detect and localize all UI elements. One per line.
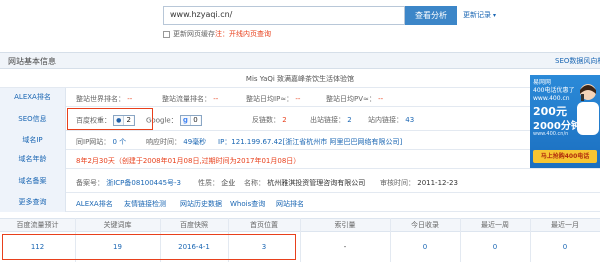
record-name-value: 杭州雅淇投资管理咨询有限公司	[267, 179, 366, 187]
more-link-rank[interactable]: 网站排名	[276, 199, 304, 209]
record-number: 备案号： 浙ICP备08100445号-3	[76, 178, 181, 188]
stats-value-today[interactable]: 0	[390, 243, 460, 251]
alexa-world-label: 整站世界排名：	[76, 95, 125, 103]
record-date-label: 审核时间：	[380, 179, 415, 187]
response-time-value: 49毫秒	[183, 138, 207, 146]
alexa-ip-label: 整站日均IP≈：	[246, 95, 294, 103]
update-cache-label: 更新网页缓存	[173, 30, 215, 38]
site-title: Mis YaQi 致满嘉峰茶饮生活体验馆	[245, 75, 355, 83]
stats-value-index: -	[343, 243, 347, 251]
stats-value-week[interactable]: 0	[460, 243, 530, 251]
domain-ip-label: 域名IP	[0, 131, 66, 150]
url-input[interactable]: www.hzyaqi.cn/	[163, 6, 405, 25]
record-date-value: 2011-12-23	[417, 179, 458, 187]
ad-person-image	[577, 84, 599, 135]
alexa-pv-label: 整站日均PV≈：	[326, 95, 376, 103]
more-link-history[interactable]: 网站历史数据	[180, 199, 222, 209]
g-glyph: g	[182, 116, 188, 124]
stats-divider	[300, 218, 301, 262]
more-link-friendlinks[interactable]: 友情链接检测	[124, 199, 166, 209]
same-ip-value[interactable]: 0 个	[113, 138, 127, 146]
backlinks-value[interactable]: 2	[282, 116, 286, 124]
chevron-down-icon: ▾	[493, 12, 497, 19]
internal-links: 站内链接： 43	[368, 115, 414, 125]
outbound-links: 出站链接： 2	[310, 115, 352, 125]
alexa-world-value: --	[127, 95, 133, 103]
ad-buy-button[interactable]: 马上抢购400电话	[533, 150, 597, 163]
alexa-ip-value: --	[295, 95, 301, 103]
alexa-world-rank: 整站世界排名： --	[76, 94, 132, 104]
google-pr: Google： g0	[146, 115, 202, 126]
record-name: 名称： 杭州雅淇投资管理咨询有限公司	[244, 178, 365, 188]
stats-header-today: 今日收录	[411, 221, 439, 229]
update-cache-note: 注：开线内页查询	[215, 30, 271, 38]
outbound-value[interactable]: 2	[347, 116, 351, 124]
analyze-button[interactable]: 查看分析	[405, 6, 457, 25]
ad-line3: www.400.cn	[533, 95, 570, 102]
record-name-label: 名称：	[244, 179, 265, 187]
record-nature-label: 性质：	[198, 179, 219, 187]
internal-label: 站内链接：	[368, 116, 403, 124]
alexa-traffic-value: --	[213, 95, 219, 103]
stats-header-month: 最近一月	[551, 221, 579, 229]
alexa-traffic-label: 整站流量排名：	[162, 95, 211, 103]
ad-minutes: 2000分钟	[533, 121, 581, 132]
history-link[interactable]: 更新记录 ▾	[463, 10, 496, 20]
stats-highlight-box	[2, 234, 296, 260]
alexa-daily-ip: 整站日均IP≈： --	[246, 94, 300, 104]
stats-header-keywords: 关键词库	[103, 221, 132, 229]
seo-highlight-box	[67, 108, 153, 130]
google-pr-value: 0	[189, 116, 200, 125]
ad-line1: 易网网	[533, 79, 552, 86]
panel-header	[0, 52, 600, 69]
update-cache-checkbox[interactable]	[163, 30, 170, 38]
record-label: 域名备案	[0, 169, 66, 193]
google-g-icon[interactable]: g0	[179, 115, 202, 126]
seo-trend-link[interactable]: SEO数据风向标	[555, 56, 600, 66]
same-ip-sites: 同IP网站： 0 个	[76, 137, 126, 147]
response-time-label: 响应时间：	[146, 138, 181, 146]
record-number-label: 备案号：	[76, 179, 104, 187]
ad-line2: 400电话优惠了	[533, 87, 575, 94]
update-cache-option[interactable]: 更新网页缓存 注：开线内页查询	[163, 29, 271, 39]
internal-value[interactable]: 43	[405, 116, 414, 124]
backlinks: 反链数： 2	[252, 115, 287, 125]
record-date: 审核时间： 2011-12-23	[380, 178, 458, 188]
more-link-alexa[interactable]: ALEXA排名	[76, 199, 113, 209]
domain-age-label: 域名年龄	[0, 150, 66, 169]
more-link-whois[interactable]: Whois查询	[230, 199, 265, 209]
stats-divider	[390, 218, 391, 262]
stats-header-snapshot: 百度快照	[180, 221, 208, 229]
outbound-label: 出站链接：	[310, 116, 345, 124]
stats-divider	[530, 218, 531, 262]
alexa-traffic-rank: 整站流量排名： --	[162, 94, 218, 104]
more-label: 更多查询	[0, 193, 66, 212]
record-nature: 性质： 企业	[198, 178, 235, 188]
alexa-daily-pv: 整站日均PV≈： --	[326, 94, 383, 104]
stats-value-month[interactable]: 0	[530, 243, 600, 251]
response-time: 响应时间： 49毫秒	[146, 137, 206, 147]
backlinks-label: 反链数：	[252, 116, 280, 124]
record-number-value[interactable]: 浙ICP备08100445号-3	[106, 179, 181, 187]
panel-title: 网站基本信息	[8, 57, 56, 66]
ad-brand: 易网网 400电话优惠了 www.400.cn	[533, 79, 574, 103]
stats-header-week: 最近一周	[481, 221, 509, 229]
same-ip-label: 同IP网站：	[76, 138, 111, 146]
stats-divider	[460, 218, 461, 262]
alexa-pv-value: --	[378, 95, 384, 103]
stats-header-homepage-pos: 首页位置	[250, 221, 278, 229]
domain-age-value: 8年2月30天（创建于2008年01月08日,过期时间为2017年01月08日）	[76, 157, 301, 165]
seo-label: SEO信息	[0, 107, 66, 131]
stats-header-baidu-traffic: 百度流量预计	[16, 221, 59, 229]
ip-address[interactable]: IP：121.199.67.42[浙江省杭州市 阿里巴巴网络有限公司]	[218, 137, 402, 147]
history-label: 更新记录	[463, 11, 491, 19]
record-nature-value: 企业	[221, 179, 236, 187]
ad-url: www.400.cn/n	[533, 131, 569, 137]
stats-header-index: 索引量	[334, 221, 356, 229]
alexa-label: ALEXA排名	[0, 88, 66, 107]
